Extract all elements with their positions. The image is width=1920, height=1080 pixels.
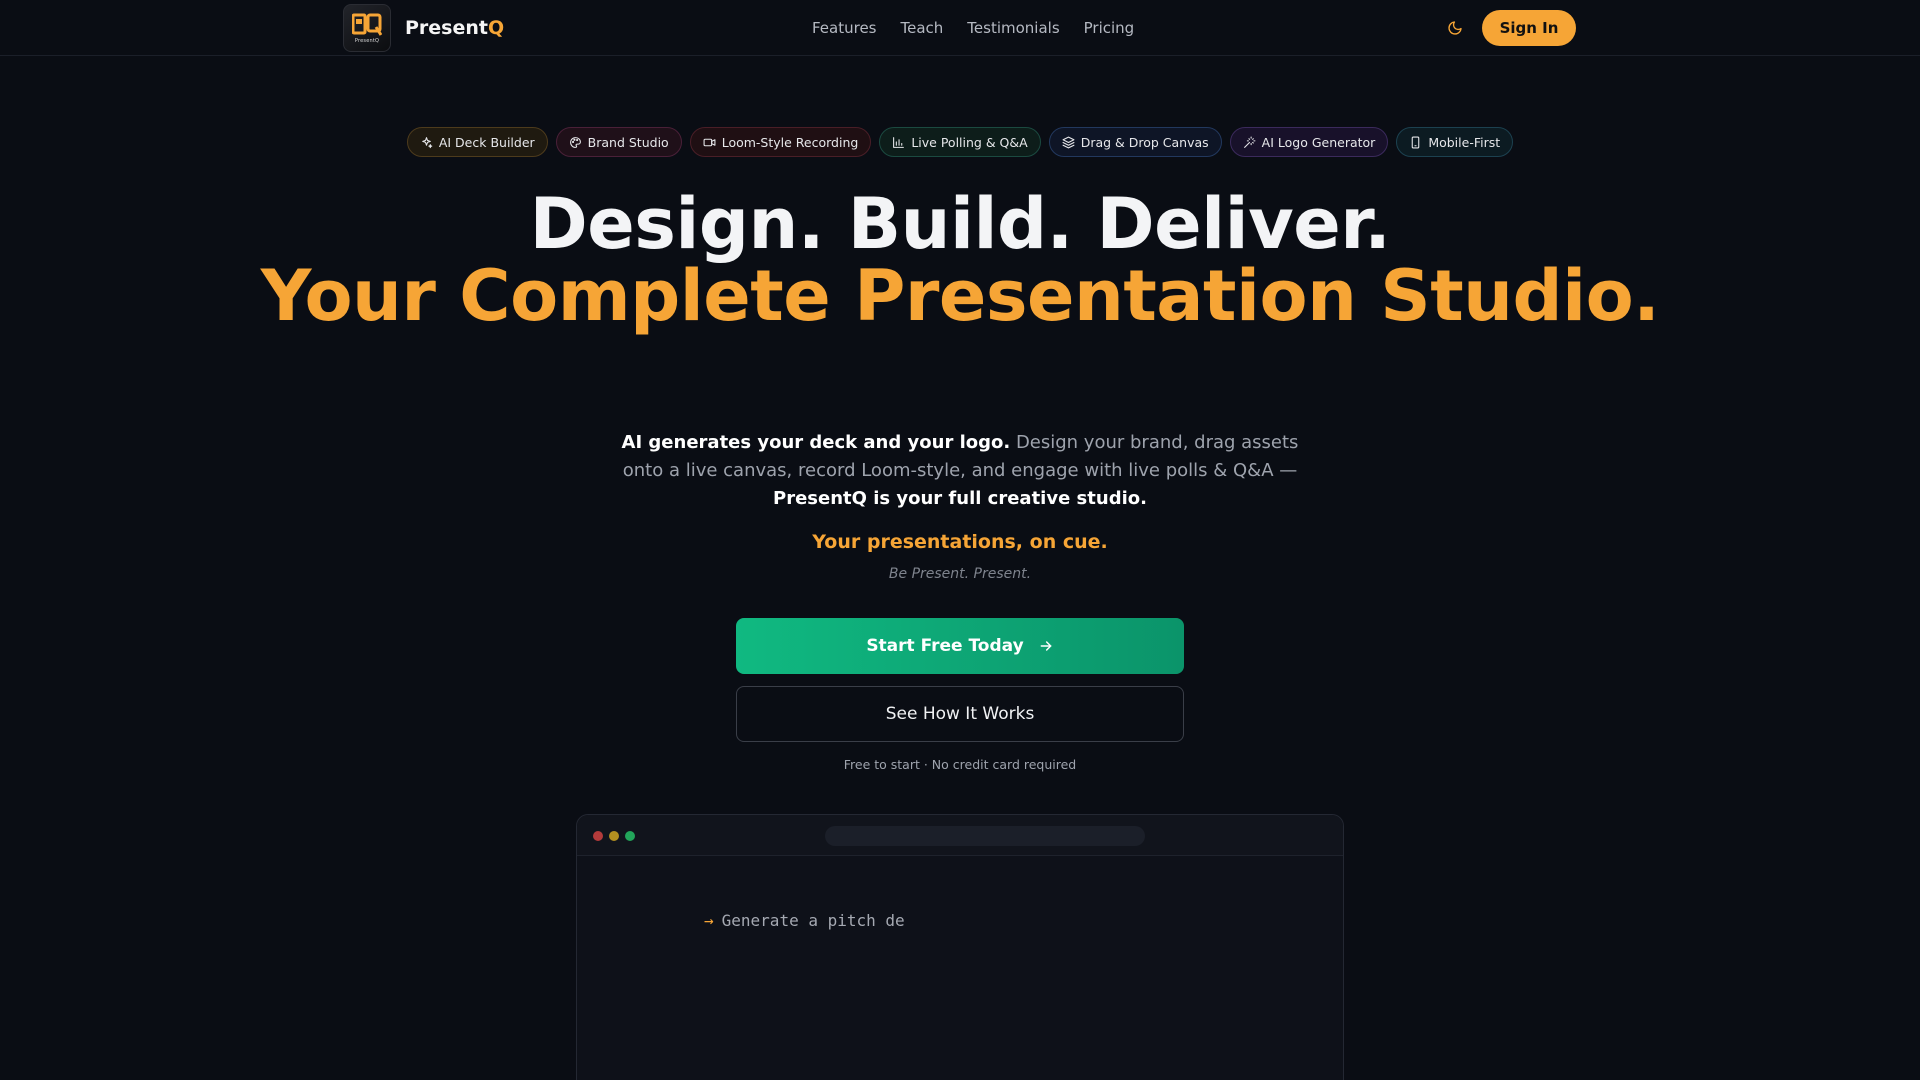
fine-print: Free to start · No credit card required: [843, 757, 1077, 772]
feature-pills: AI Deck Builder Brand Studio Loom-Style …: [0, 127, 1920, 157]
window-close-dot: [593, 831, 603, 841]
pill-label: Drag & Drop Canvas: [1080, 134, 1209, 150]
theme-toggle-button[interactable]: [1443, 16, 1467, 40]
logo-subtext: PresentQ: [354, 37, 380, 44]
layers-icon: [1062, 136, 1075, 148]
pill-drag-drop-canvas[interactable]: Drag & Drop Canvas: [1048, 127, 1222, 157]
pill-label: AI Deck Builder: [438, 134, 535, 150]
pill-brand-studio[interactable]: Brand Studio: [555, 127, 682, 157]
nav-link-pricing[interactable]: Pricing: [1084, 19, 1135, 37]
hero-description: AI generates your deck and your logo. De…: [621, 432, 1299, 509]
magic-wand-icon: [1243, 136, 1256, 148]
pill-live-polling[interactable]: Live Polling & Q&A: [879, 127, 1041, 157]
brand-logo-link[interactable]: PresentQ PresentQ: [343, 4, 504, 52]
preview-titlebar: [577, 815, 1343, 856]
pill-loom-style-recording[interactable]: Loom-Style Recording: [689, 127, 872, 157]
pill-label: Brand Studio: [587, 134, 669, 150]
prompt-text: Generate a pitch de: [721, 911, 905, 930]
brand-name: PresentQ: [405, 17, 505, 39]
preview-url-bar: [825, 826, 1145, 846]
palette-icon: [569, 136, 581, 148]
start-free-label: Start Free Today: [866, 636, 1024, 656]
pill-label: Loom-Style Recording: [721, 134, 859, 150]
window-minimize-dot: [609, 831, 619, 841]
pill-label: Live Polling & Q&A: [911, 134, 1028, 150]
start-free-button[interactable]: Start Free Today: [736, 618, 1184, 674]
pill-label: Mobile-First: [1428, 134, 1501, 150]
hero-subtagline: Be Present. Present.: [888, 566, 1032, 582]
product-preview-window: → Generate a pitch de: [576, 814, 1344, 1080]
hero-tagline: Your presentations, on cue.: [812, 531, 1108, 553]
hero-heading-line2: Your Complete Presentation Studio.: [260, 255, 1660, 337]
pill-ai-logo-generator[interactable]: AI Logo Generator: [1229, 127, 1389, 157]
hero-heading: Design. Build. Deliver. Your Complete Pr…: [0, 188, 1920, 332]
sparkles-icon: [422, 136, 433, 148]
moon-icon: [1448, 21, 1462, 35]
bar-chart-icon: [893, 136, 905, 148]
primary-nav: Features Teach Testimonials Pricing: [812, 0, 1134, 56]
logo-image: PresentQ: [343, 4, 391, 52]
prompt-arrow-icon: →: [704, 911, 714, 930]
sign-in-button[interactable]: Sign In: [1482, 10, 1576, 46]
window-maximize-dot: [625, 831, 635, 841]
hero-heading-line1: Design. Build. Deliver.: [529, 183, 1391, 265]
presentq-logo-icon: [352, 13, 382, 36]
pill-mobile-first[interactable]: Mobile-First: [1396, 127, 1514, 157]
preview-prompt: → Generate a pitch de: [704, 911, 905, 930]
nav-link-teach[interactable]: Teach: [901, 19, 944, 37]
nav-link-features[interactable]: Features: [812, 19, 877, 37]
top-navbar: PresentQ PresentQ Features Teach Testimo…: [0, 0, 1920, 56]
smartphone-icon: [1412, 136, 1420, 148]
pill-ai-deck-builder[interactable]: AI Deck Builder: [406, 127, 548, 157]
video-icon: [703, 138, 716, 146]
see-how-it-works-button[interactable]: See How It Works: [736, 686, 1184, 742]
arrow-right-icon: [1040, 641, 1052, 651]
pill-label: AI Logo Generator: [1261, 134, 1376, 150]
nav-link-testimonials[interactable]: Testimonials: [967, 19, 1059, 37]
